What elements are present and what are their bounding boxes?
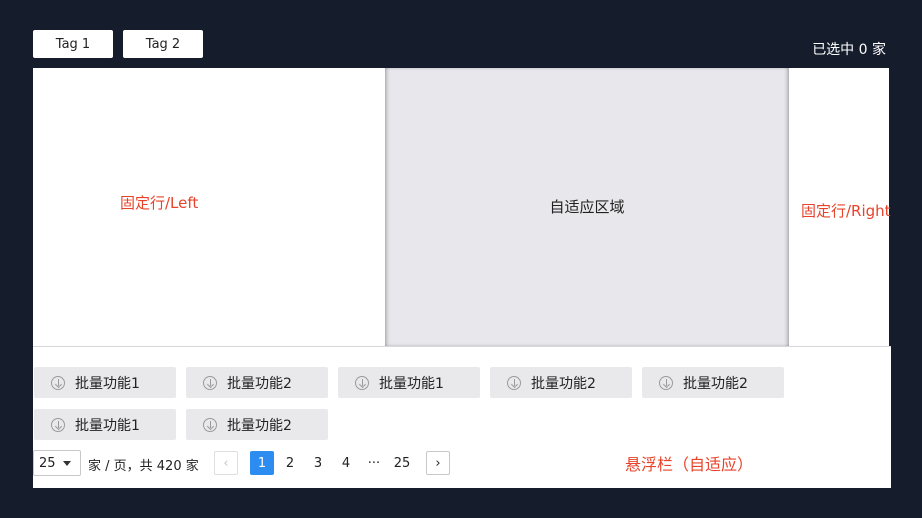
batch-button-label: 批量功能2 <box>683 375 748 392</box>
selected-count: 已选中 0 家 <box>812 42 886 58</box>
floating-bar: 批量功能1 批量功能2 批量功能1 批量功能2 批量功能2 批量功能1 批量功能… <box>33 346 891 488</box>
page-button[interactable]: 2 <box>278 451 302 475</box>
adaptive-middle-panel: 自适应区域 <box>385 68 789 346</box>
download-icon <box>659 375 673 390</box>
caret-down-icon <box>63 461 71 466</box>
page-size-select[interactable]: 25 <box>33 450 81 476</box>
page-button[interactable]: 3 <box>306 451 330 475</box>
batch-button-label: 批量功能1 <box>75 375 140 392</box>
prev-page-button[interactable]: ‹ <box>214 451 238 475</box>
pagination-summary: 家 / 页，共 420 家 <box>88 459 199 474</box>
download-icon <box>51 417 65 432</box>
page-button[interactable]: 4 <box>334 451 358 475</box>
next-page-button[interactable]: › <box>426 451 450 475</box>
batch-button-label: 批量功能2 <box>531 375 596 392</box>
fixed-left-panel: 固定行/Left <box>33 68 385 346</box>
tag-1[interactable]: Tag 1 <box>33 30 113 58</box>
page-button[interactable]: 25 <box>390 451 414 475</box>
pagination-ellipsis: ··· <box>367 455 381 471</box>
floating-bar-label: 悬浮栏（自适应） <box>625 455 754 474</box>
page-size-value: 25 <box>39 455 56 471</box>
batch-button-label: 批量功能1 <box>75 417 140 434</box>
fixed-left-label: 固定行/Left <box>120 194 199 212</box>
batch-button[interactable]: 批量功能2 <box>186 367 328 398</box>
fixed-right-panel: 固定行/Right <box>789 68 891 346</box>
batch-button-label: 批量功能2 <box>227 417 292 434</box>
download-icon <box>203 417 217 432</box>
batch-button[interactable]: 批量功能1 <box>34 367 176 398</box>
batch-button[interactable]: 批量功能2 <box>490 367 632 398</box>
tag-2[interactable]: Tag 2 <box>123 30 203 58</box>
batch-button[interactable]: 批量功能2 <box>642 367 784 398</box>
download-icon <box>355 375 369 390</box>
download-icon <box>51 375 65 390</box>
fixed-right-label: 固定行/Right <box>801 202 891 220</box>
download-icon <box>507 375 521 390</box>
download-icon <box>203 375 217 390</box>
batch-button-label: 批量功能1 <box>379 375 444 392</box>
batch-button[interactable]: 批量功能2 <box>186 409 328 440</box>
adaptive-region-label: 自适应区域 <box>549 198 625 216</box>
batch-button[interactable]: 批量功能1 <box>338 367 480 398</box>
page-button[interactable]: 1 <box>250 451 274 475</box>
batch-button-label: 批量功能2 <box>227 375 292 392</box>
batch-button[interactable]: 批量功能1 <box>34 409 176 440</box>
